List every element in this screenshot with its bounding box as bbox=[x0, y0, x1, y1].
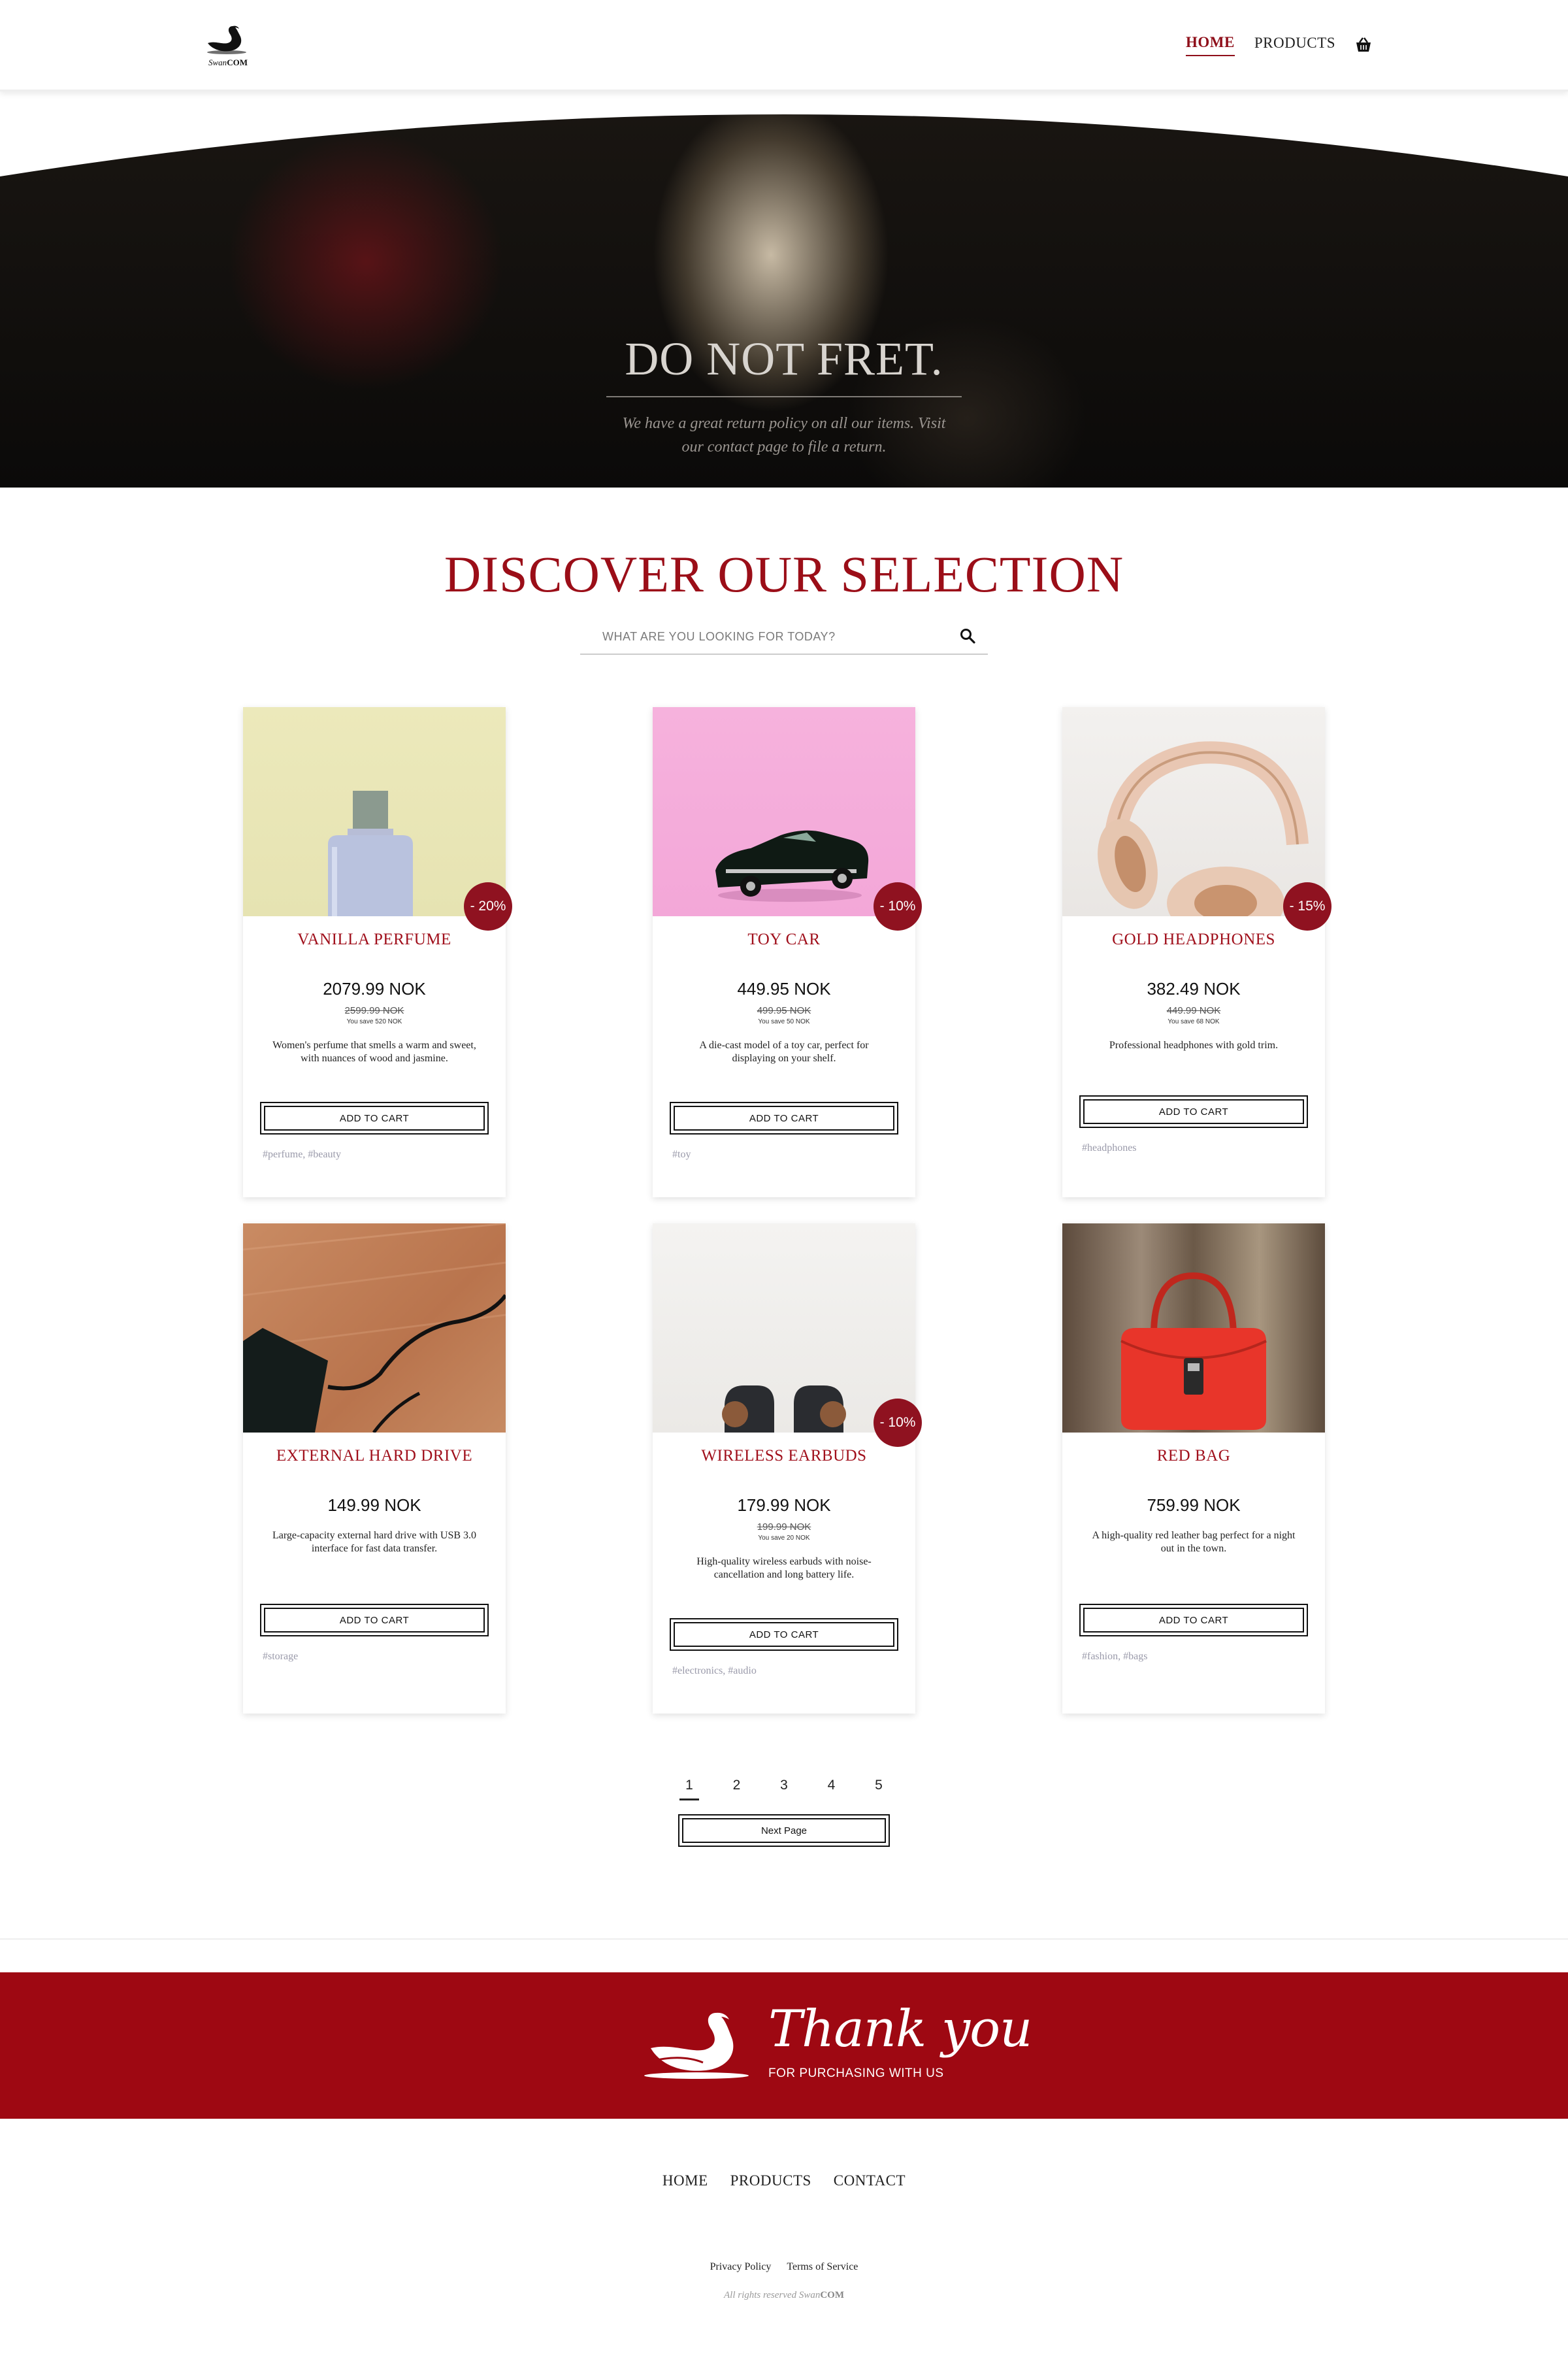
product-card[interactable]: - 20% VANILLA PERFUME 2079.99 NOK 2599.9… bbox=[243, 707, 512, 1197]
add-to-cart-button[interactable]: ADD TO CART bbox=[260, 1604, 489, 1636]
product-tags[interactable]: #fashion, #bags bbox=[1082, 1651, 1147, 1663]
search-bar bbox=[580, 618, 988, 655]
product-price: 179.99 NOK bbox=[737, 1495, 831, 1515]
product-tags[interactable]: #toy bbox=[672, 1149, 691, 1161]
page-link[interactable]: 2 bbox=[727, 1778, 747, 1800]
product-card[interactable]: - 10% TOY CAR 449.95 NOK 499.95 NOK You … bbox=[653, 707, 922, 1197]
headphones-icon bbox=[1098, 741, 1309, 916]
product-old-price: 499.95 NOK bbox=[757, 1005, 811, 1016]
product-tags[interactable]: #perfume, #beauty bbox=[263, 1149, 341, 1161]
product-tags[interactable]: #headphones bbox=[1082, 1142, 1137, 1154]
product-old-price: 449.99 NOK bbox=[1166, 1005, 1221, 1016]
nav-products[interactable]: PRODUCTS bbox=[1254, 35, 1335, 56]
product-savings: You save 50 NOK bbox=[758, 1018, 810, 1025]
terms-of-service-link[interactable]: Terms of Service bbox=[787, 2261, 858, 2273]
product-description: High-quality wireless earbuds with noise… bbox=[696, 1556, 872, 1580]
product-name[interactable]: RED BAG bbox=[1062, 1447, 1325, 1465]
earbuds-icon bbox=[722, 1385, 846, 1433]
add-to-cart-button[interactable]: ADD TO CART bbox=[1079, 1604, 1308, 1636]
footer-link-home[interactable]: HOME bbox=[662, 2172, 708, 2189]
add-to-cart-button[interactable]: ADD TO CART bbox=[1079, 1095, 1308, 1128]
product-old-price: 199.99 NOK bbox=[757, 1521, 811, 1533]
hard-drive-icon bbox=[243, 1223, 506, 1433]
thank-you-text: Thank you bbox=[768, 2000, 1032, 2059]
product-image-toy-car[interactable] bbox=[653, 707, 915, 916]
page-link[interactable]: 4 bbox=[822, 1778, 841, 1800]
section-divider bbox=[0, 1938, 1568, 1940]
product-price: 382.49 NOK bbox=[1147, 979, 1241, 999]
product-image-earbuds[interactable] bbox=[653, 1223, 915, 1433]
hero-subtitle: We have a great return policy on all our… bbox=[622, 415, 946, 456]
product-tags[interactable]: #storage bbox=[263, 1651, 298, 1663]
pagination: 1 2 3 4 5 bbox=[679, 1778, 889, 1800]
product-description: Women's perfume that smells a warm and s… bbox=[272, 1040, 476, 1064]
legal-links: Privacy Policy Terms of Service bbox=[0, 2261, 1568, 2273]
product-card[interactable]: EXTERNAL HARD DRIVE 149.99 NOK Large-cap… bbox=[243, 1223, 506, 1714]
product-description: A high-quality red leather bag perfect f… bbox=[1092, 1530, 1296, 1554]
page-link[interactable]: 1 bbox=[679, 1778, 699, 1800]
product-price: 449.95 NOK bbox=[737, 979, 831, 999]
search-icon[interactable] bbox=[959, 627, 976, 644]
discount-badge: - 20% bbox=[464, 882, 512, 931]
product-price: 759.99 NOK bbox=[1147, 1495, 1241, 1515]
basket-icon[interactable] bbox=[1355, 37, 1372, 53]
product-tags[interactable]: #electronics, #audio bbox=[672, 1665, 757, 1677]
hero-divider bbox=[606, 396, 962, 397]
product-card[interactable]: - 10% WIRELESS EARBUDS 179.99 NOK 199.99… bbox=[653, 1223, 922, 1714]
add-to-cart-button[interactable]: ADD TO CART bbox=[670, 1102, 898, 1135]
footer-nav: HOME PRODUCTS CONTACT bbox=[0, 2172, 1568, 2189]
product-name[interactable]: GOLD HEADPHONES bbox=[1062, 931, 1325, 949]
product-name[interactable]: EXTERNAL HARD DRIVE bbox=[243, 1447, 506, 1465]
product-description: Large-capacity external hard drive with … bbox=[272, 1530, 477, 1554]
discount-badge: - 10% bbox=[874, 1399, 922, 1447]
add-to-cart-button[interactable]: ADD TO CART bbox=[260, 1102, 489, 1135]
product-name[interactable]: VANILLA PERFUME bbox=[243, 931, 506, 949]
product-image-red-bag[interactable] bbox=[1062, 1223, 1325, 1433]
product-savings: You save 20 NOK bbox=[758, 1534, 810, 1542]
add-to-cart-button[interactable]: ADD TO CART bbox=[670, 1618, 898, 1651]
product-savings: You save 520 NOK bbox=[346, 1018, 402, 1025]
search-input[interactable] bbox=[602, 625, 942, 648]
page-link[interactable]: 5 bbox=[869, 1778, 889, 1800]
discount-badge: - 15% bbox=[1283, 882, 1331, 931]
page-link[interactable]: 3 bbox=[774, 1778, 794, 1800]
thank-you-banner: Thank you FOR PURCHASING WITH US bbox=[0, 1972, 1568, 2119]
footer-link-products[interactable]: PRODUCTS bbox=[730, 2172, 811, 2189]
privacy-policy-link[interactable]: Privacy Policy bbox=[710, 2261, 772, 2273]
main-nav: HOME PRODUCTS bbox=[1186, 34, 1372, 56]
product-image-hard-drive[interactable] bbox=[243, 1223, 506, 1433]
swan-icon bbox=[644, 2012, 749, 2079]
product-description: A die-cast model of a toy car, perfect f… bbox=[699, 1040, 869, 1064]
product-card[interactable]: - 15% GOLD HEADPHONES 382.49 NOK 449.99 … bbox=[1062, 707, 1331, 1197]
site-logo[interactable]: SwanCOM bbox=[200, 24, 256, 73]
section-title: DISCOVER OUR SELECTION bbox=[444, 546, 1124, 603]
product-old-price: 2599.99 NOK bbox=[344, 1005, 404, 1016]
site-header: SwanCOM HOME PRODUCTS bbox=[0, 0, 1568, 91]
toy-car-icon bbox=[715, 830, 869, 902]
product-price: 2079.99 NOK bbox=[323, 979, 426, 999]
nav-home[interactable]: HOME bbox=[1186, 34, 1235, 56]
product-price: 149.99 NOK bbox=[327, 1495, 421, 1515]
product-name[interactable]: WIRELESS EARBUDS bbox=[653, 1447, 915, 1465]
product-description: Professional headphones with gold trim. bbox=[1109, 1040, 1279, 1051]
product-image-headphones[interactable] bbox=[1062, 707, 1325, 916]
product-savings: You save 68 NOK bbox=[1168, 1018, 1220, 1025]
footer-link-contact[interactable]: CONTACT bbox=[834, 2172, 906, 2189]
copyright-notice: All rights reserved SwanCOM bbox=[723, 2290, 845, 2300]
hero-banner: DO NOT FRET. We have a great return poli… bbox=[0, 91, 1568, 488]
brand-name: SwanCOM bbox=[208, 58, 248, 67]
product-card[interactable]: RED BAG 759.99 NOK A high-quality red le… bbox=[1062, 1223, 1325, 1714]
product-image-perfume[interactable] bbox=[243, 707, 506, 916]
hero-title: DO NOT FRET. bbox=[625, 333, 943, 385]
next-page-button[interactable]: Next Page bbox=[678, 1814, 890, 1847]
product-name[interactable]: TOY CAR bbox=[653, 931, 915, 949]
discount-badge: - 10% bbox=[874, 882, 922, 931]
red-bag-icon bbox=[1120, 1272, 1267, 1430]
perfume-bottle-icon bbox=[328, 791, 413, 916]
thank-you-subtext: FOR PURCHASING WITH US bbox=[768, 2066, 944, 2080]
swan-logo-icon bbox=[207, 25, 246, 54]
